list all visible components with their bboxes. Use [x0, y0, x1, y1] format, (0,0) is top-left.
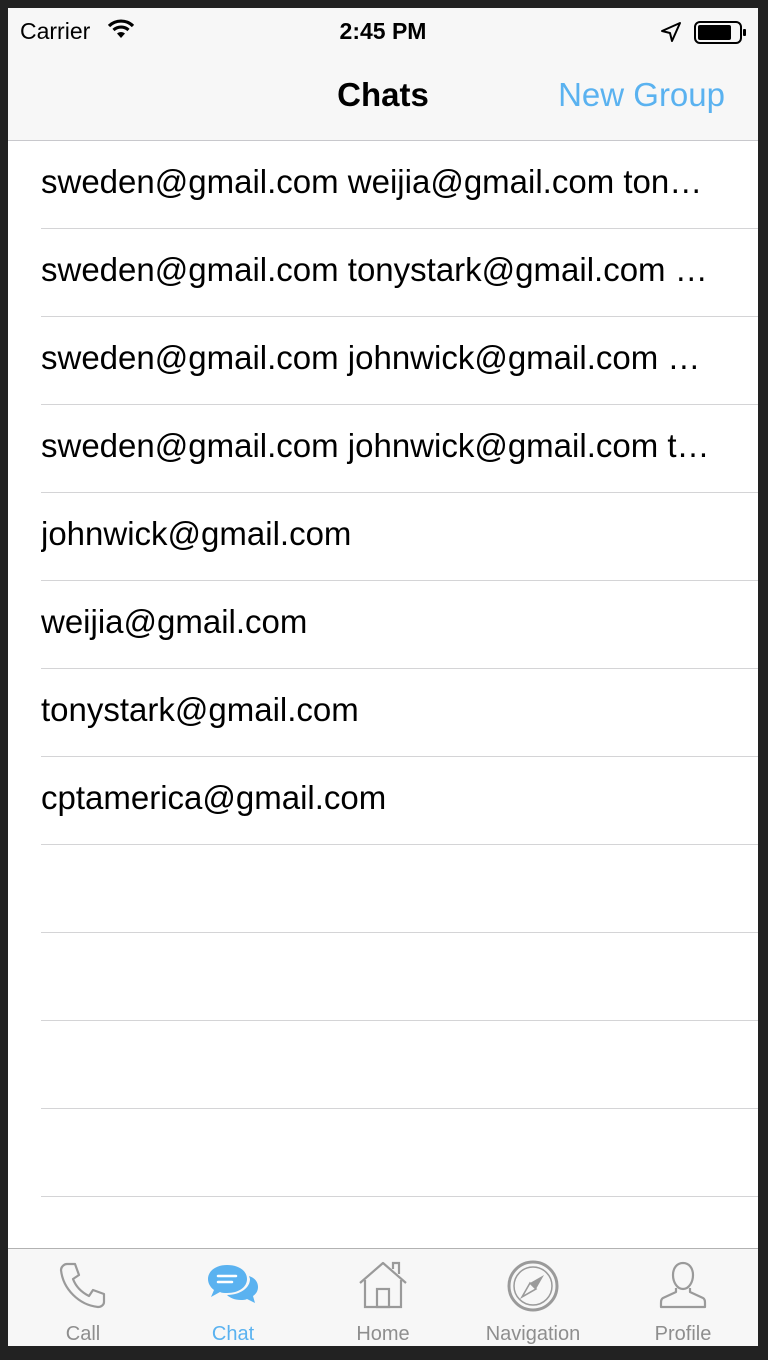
chat-row[interactable]: tonystark@gmail.com: [8, 669, 758, 757]
chat-row[interactable]: [8, 845, 758, 933]
person-icon: [659, 1261, 707, 1309]
chat-row-label: sweden@gmail.com johnwick@gmail.com tony…: [41, 427, 711, 464]
tab-chat[interactable]: Chat: [158, 1249, 308, 1346]
chat-row-label: sweden@gmail.com weijia@gmail.com tonyst…: [41, 163, 711, 200]
battery-icon: [694, 21, 746, 44]
chat-row-label: cptamerica@gmail.com: [41, 779, 387, 816]
chat-row[interactable]: sweden@gmail.com johnwick@gmail.com tony…: [8, 405, 758, 493]
chat-row-label: weijia@gmail.com: [41, 603, 308, 640]
location-arrow-icon: [661, 22, 681, 42]
header: Carrier 2:45 PM Chats New Group: [8, 8, 758, 141]
chat-row[interactable]: johnwick@gmail.com: [8, 493, 758, 581]
chat-row[interactable]: sweden@gmail.com tonystark@gmail.com cpt…: [8, 229, 758, 317]
tab-navigation[interactable]: Navigation: [458, 1249, 608, 1346]
chat-row-label: tonystark@gmail.com: [41, 691, 359, 728]
chat-row-label: sweden@gmail.com johnwick@gmail.com weij…: [41, 339, 711, 376]
chat-row-label: sweden@gmail.com tonystark@gmail.com cpt…: [41, 251, 711, 288]
chat-row[interactable]: sweden@gmail.com weijia@gmail.com tonyst…: [8, 141, 758, 229]
tab-home[interactable]: Home: [308, 1249, 458, 1346]
chat-row[interactable]: weijia@gmail.com: [8, 581, 758, 669]
phone-icon: [59, 1262, 106, 1309]
tab-label: Home: [356, 1323, 410, 1345]
tab-label: Chat: [211, 1323, 255, 1345]
chat-row[interactable]: [8, 1109, 758, 1197]
chat-row-label: johnwick@gmail.com: [41, 515, 352, 552]
home-icon: [359, 1261, 407, 1309]
chat-row[interactable]: [8, 933, 758, 1021]
chat-row[interactable]: cptamerica@gmail.com: [8, 757, 758, 845]
chat-bubbles-icon: [208, 1265, 258, 1303]
status-bar: Carrier 2:45 PM: [8, 8, 758, 58]
chat-list: sweden@gmail.com weijia@gmail.com tonyst…: [8, 141, 758, 1285]
tab-label: Profile: [654, 1323, 712, 1345]
chat-row[interactable]: [8, 1021, 758, 1109]
tab-label: Call: [65, 1323, 101, 1345]
screen: Carrier 2:45 PM Chats New Group sweden@g…: [8, 8, 758, 1346]
tab-bar: Call Chat Home Navigation Profile: [8, 1248, 758, 1346]
new-group-button[interactable]: New Group: [558, 76, 725, 114]
clock: 2:45 PM: [339, 18, 427, 44]
compass-icon: [507, 1260, 559, 1312]
tab-profile[interactable]: Profile: [608, 1249, 758, 1346]
chat-row[interactable]: sweden@gmail.com johnwick@gmail.com weij…: [8, 317, 758, 405]
tab-call[interactable]: Call: [8, 1249, 158, 1346]
tab-label: Navigation: [485, 1323, 581, 1345]
